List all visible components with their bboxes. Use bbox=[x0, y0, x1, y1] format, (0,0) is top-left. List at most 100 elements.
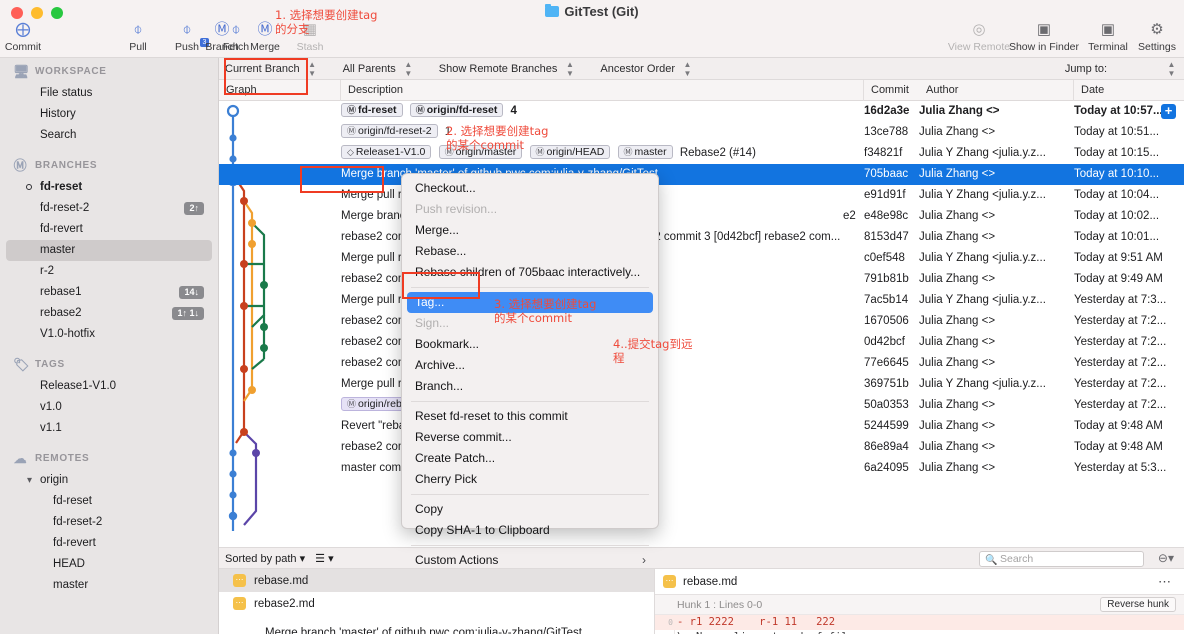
commit-hash: 50a0353 bbox=[864, 399, 909, 411]
sidebar-item-r-2[interactable]: r-2 bbox=[0, 261, 218, 282]
sidebar-item-count-badge: 2↑ bbox=[184, 202, 204, 215]
sidebar-item-label: v1.0 bbox=[40, 401, 62, 413]
sidebar[interactable]: 🖥 WORKSPACE File status History Search Ⓜ… bbox=[0, 58, 219, 634]
table-row[interactable]: rebase2 commit 4 791b81b Julia Zhang <> … bbox=[219, 269, 1184, 290]
commit-date: Today at 10:04... bbox=[1074, 189, 1160, 201]
branch-filter-dropdown[interactable]: Current Branch ▲ ▼ bbox=[219, 58, 323, 80]
table-row[interactable]: rebase2 commit 2 0d42bcf Julia Zhang <> … bbox=[219, 332, 1184, 353]
sidebar-item-fd-revert[interactable]: fd-revert bbox=[0, 219, 218, 240]
context-menu-item-checkout[interactable]: Checkout... bbox=[402, 178, 658, 199]
ellipsis-icon[interactable]: ⋯ bbox=[1158, 574, 1172, 590]
sidebar-item-rebase1[interactable]: rebase1 14↓ bbox=[0, 282, 218, 303]
tag-ref-badge[interactable]: ◇ Release1-V1.0 bbox=[341, 145, 432, 159]
changed-files-list[interactable]: ⋯ rebase.md ⋯ rebase2.md bbox=[219, 569, 655, 621]
window-title-text: GitTest (Git) bbox=[564, 4, 639, 19]
toolbar-pull-button[interactable]: ⌽ Pull bbox=[111, 20, 165, 53]
table-row[interactable]: Merge pull request 369751b Julia Y Zhang… bbox=[219, 374, 1184, 395]
column-header-author[interactable]: Author bbox=[919, 80, 1074, 101]
commit-date: Today at 10:57... bbox=[1074, 105, 1163, 117]
context-menu-item-rebase[interactable]: Rebase... bbox=[402, 241, 658, 262]
pull-down-icon: ⌽ bbox=[133, 21, 143, 38]
toolbar-commit-button[interactable]: ⨁ Commit bbox=[0, 20, 50, 53]
table-row[interactable]: Ⓜorigin/fd-reset-2 1 13ce788 Julia Zhang… bbox=[219, 122, 1184, 143]
context-menu-item-create-patch[interactable]: Create Patch... bbox=[402, 448, 658, 469]
branch-ref-badge[interactable]: Ⓜfd-reset bbox=[341, 103, 403, 117]
sidebar-item-rebase2[interactable]: rebase2 1↑ 1↓ bbox=[0, 303, 218, 324]
context-menu-item-copy[interactable]: Copy bbox=[402, 499, 658, 520]
table-row[interactable]: Ⓜorigin/rebase1 50a0353 Julia Zhang <> Y… bbox=[219, 395, 1184, 416]
sidebar-item-v11[interactable]: v1.1 bbox=[0, 418, 218, 439]
branch-ref-badge[interactable]: Ⓜorigin/fd-reset bbox=[409, 103, 504, 117]
table-row[interactable]: Merge pull request e91d91f Julia Y Zhang… bbox=[219, 185, 1184, 206]
table-row[interactable]: master commit 2 6a24095 Julia Zhang <> Y… bbox=[219, 458, 1184, 479]
sidebar-item-fd-reset-2[interactable]: fd-reset-2 2↑ bbox=[0, 198, 218, 219]
list-item[interactable]: ⋯ rebase2.md bbox=[219, 592, 654, 615]
branch-ref-badge[interactable]: Ⓜmaster bbox=[617, 145, 673, 159]
sidebar-item-v10[interactable]: v1.0 bbox=[0, 397, 218, 418]
sidebar-item-origin-fd-revert[interactable]: fd-revert bbox=[0, 533, 218, 554]
list-item[interactable]: ⋯ rebase.md bbox=[219, 569, 654, 592]
sidebar-item-origin-fd-reset-2[interactable]: fd-reset-2 bbox=[0, 512, 218, 533]
list-view-icon[interactable]: ☰ ▾ bbox=[315, 552, 333, 565]
sidebar-item-release1-v10[interactable]: Release1-V1.0 bbox=[0, 376, 218, 397]
table-row[interactable]: rebase2 commit 3 1670506 Julia Zhang <> … bbox=[219, 311, 1184, 332]
commit-list[interactable]: Ⓜfd-reset Ⓜorigin/fd-reset 4 16d2a3e Jul… bbox=[219, 101, 1184, 547]
table-row[interactable]: Merge pull request 7ac5b14 Julia Y Zhang… bbox=[219, 290, 1184, 311]
column-header-row: Graph Description Commit Author Date bbox=[219, 80, 1184, 101]
diff-options-button[interactable]: ⊖▾ bbox=[1158, 551, 1174, 565]
sidebar-item-file-status[interactable]: File status bbox=[0, 83, 218, 104]
branch-ref-badge[interactable]: Ⓜorigin/fd-reset-2 bbox=[341, 124, 438, 138]
sidebar-item-master[interactable]: master bbox=[6, 240, 212, 261]
column-header-commit[interactable]: Commit bbox=[864, 80, 919, 101]
sidebar-section-tags: 🏷 TAGS bbox=[0, 345, 218, 376]
toolbar-pull-label: Pull bbox=[129, 41, 147, 53]
table-row-selected[interactable]: Merge branch 'master' of github.pwc.com:… bbox=[219, 164, 1184, 185]
search-icon: 🔍 bbox=[985, 555, 998, 566]
chevron-updown-icon[interactable]: ▲ ▼ bbox=[1167, 60, 1176, 78]
sidebar-item-search[interactable]: Search bbox=[0, 125, 218, 146]
context-menu-item-reset[interactable]: Reset fd-reset to this commit bbox=[402, 406, 658, 427]
sidebar-item-v10-hotfix[interactable]: V1.0-hotfix bbox=[0, 324, 218, 345]
remote-branches-filter-dropdown[interactable]: Show Remote Branches ▲ ▼ bbox=[433, 58, 581, 80]
context-menu-item-merge[interactable]: Merge... bbox=[402, 220, 658, 241]
sidebar-item-history[interactable]: History bbox=[0, 104, 218, 125]
context-menu-item-branch[interactable]: Branch... bbox=[402, 376, 658, 397]
table-row[interactable]: rebase2 commit 4 ( ebase2 commit 3 [0d42… bbox=[219, 227, 1184, 248]
table-row[interactable]: Merge branch 'rebase2 e2 e48e98c Julia Z… bbox=[219, 206, 1184, 227]
search-input[interactable]: 🔍 Search bbox=[979, 551, 1144, 567]
context-menu-item-rebase-children[interactable]: Rebase children of 705baac interactively… bbox=[402, 262, 658, 283]
sidebar-item-origin[interactable]: ▾ origin bbox=[0, 470, 218, 491]
toolbar-show-in-finder-button[interactable]: ▣ Show in Finder bbox=[1005, 20, 1083, 53]
sort-by-path-dropdown[interactable]: Sorted by path ▾ bbox=[225, 552, 305, 565]
column-header-description[interactable]: Description bbox=[341, 80, 864, 101]
context-menu-item-reverse-commit[interactable]: Reverse commit... bbox=[402, 427, 658, 448]
context-menu-item-copy-sha[interactable]: Copy SHA-1 to Clipboard bbox=[402, 520, 658, 541]
column-header-graph[interactable]: Graph bbox=[219, 80, 341, 101]
table-row[interactable]: rebase2 commit4 86e89a4 Julia Zhang <> T… bbox=[219, 437, 1184, 458]
chevron-down-icon[interactable]: ▾ bbox=[27, 470, 32, 491]
sidebar-section-workspace-title: WORKSPACE bbox=[35, 66, 107, 77]
context-menu-item-custom-actions[interactable]: › Custom Actions bbox=[402, 550, 658, 571]
parents-filter-dropdown[interactable]: All Parents ▲ ▼ bbox=[337, 58, 419, 80]
sidebar-item-origin-head[interactable]: HEAD bbox=[0, 554, 218, 575]
context-menu-item-cherry-pick[interactable]: Cherry Pick bbox=[402, 469, 658, 490]
table-row[interactable]: ◇ Release1-V1.0 Ⓜorigin/master Ⓜorigin/HE… bbox=[219, 143, 1184, 164]
table-row[interactable]: Revert "rebase2 co 5244599 Julia Zhang <… bbox=[219, 416, 1184, 437]
table-row[interactable]: Merge pull request c0ef548 Julia Y Zhang… bbox=[219, 248, 1184, 269]
toolbar-terminal-button[interactable]: ▣ Terminal bbox=[1081, 20, 1135, 53]
ancestor-order-filter-dropdown[interactable]: Ancestor Order ▲ ▼ bbox=[594, 58, 698, 80]
order-filter-label: Ancestor Order bbox=[600, 62, 676, 75]
column-header-date[interactable]: Date bbox=[1074, 80, 1184, 101]
jump-to-control[interactable]: Jump to: ▲ ▼ bbox=[1065, 60, 1176, 78]
table-row[interactable]: Ⓜfd-reset Ⓜorigin/fd-reset 4 16d2a3e Jul… bbox=[219, 101, 1184, 122]
sidebar-item-fd-reset[interactable]: fd-reset bbox=[0, 177, 218, 198]
sidebar-item-count-badge: 1↑ 1↓ bbox=[172, 307, 204, 320]
commit-author: Julia Zhang <> bbox=[919, 357, 996, 369]
sidebar-item-origin-fd-reset[interactable]: fd-reset bbox=[0, 491, 218, 512]
add-column-button[interactable]: + bbox=[1161, 104, 1176, 119]
reverse-hunk-button[interactable]: Reverse hunk bbox=[1100, 597, 1176, 612]
sidebar-item-origin-master[interactable]: master bbox=[0, 575, 218, 596]
table-row[interactable]: rebase2 commit 1 77e6645 Julia Zhang <> … bbox=[219, 353, 1184, 374]
chevron-updown-icon: ▲ ▼ bbox=[683, 59, 692, 78]
toolbar-settings-button[interactable]: ⚙ Settings bbox=[1130, 20, 1184, 53]
